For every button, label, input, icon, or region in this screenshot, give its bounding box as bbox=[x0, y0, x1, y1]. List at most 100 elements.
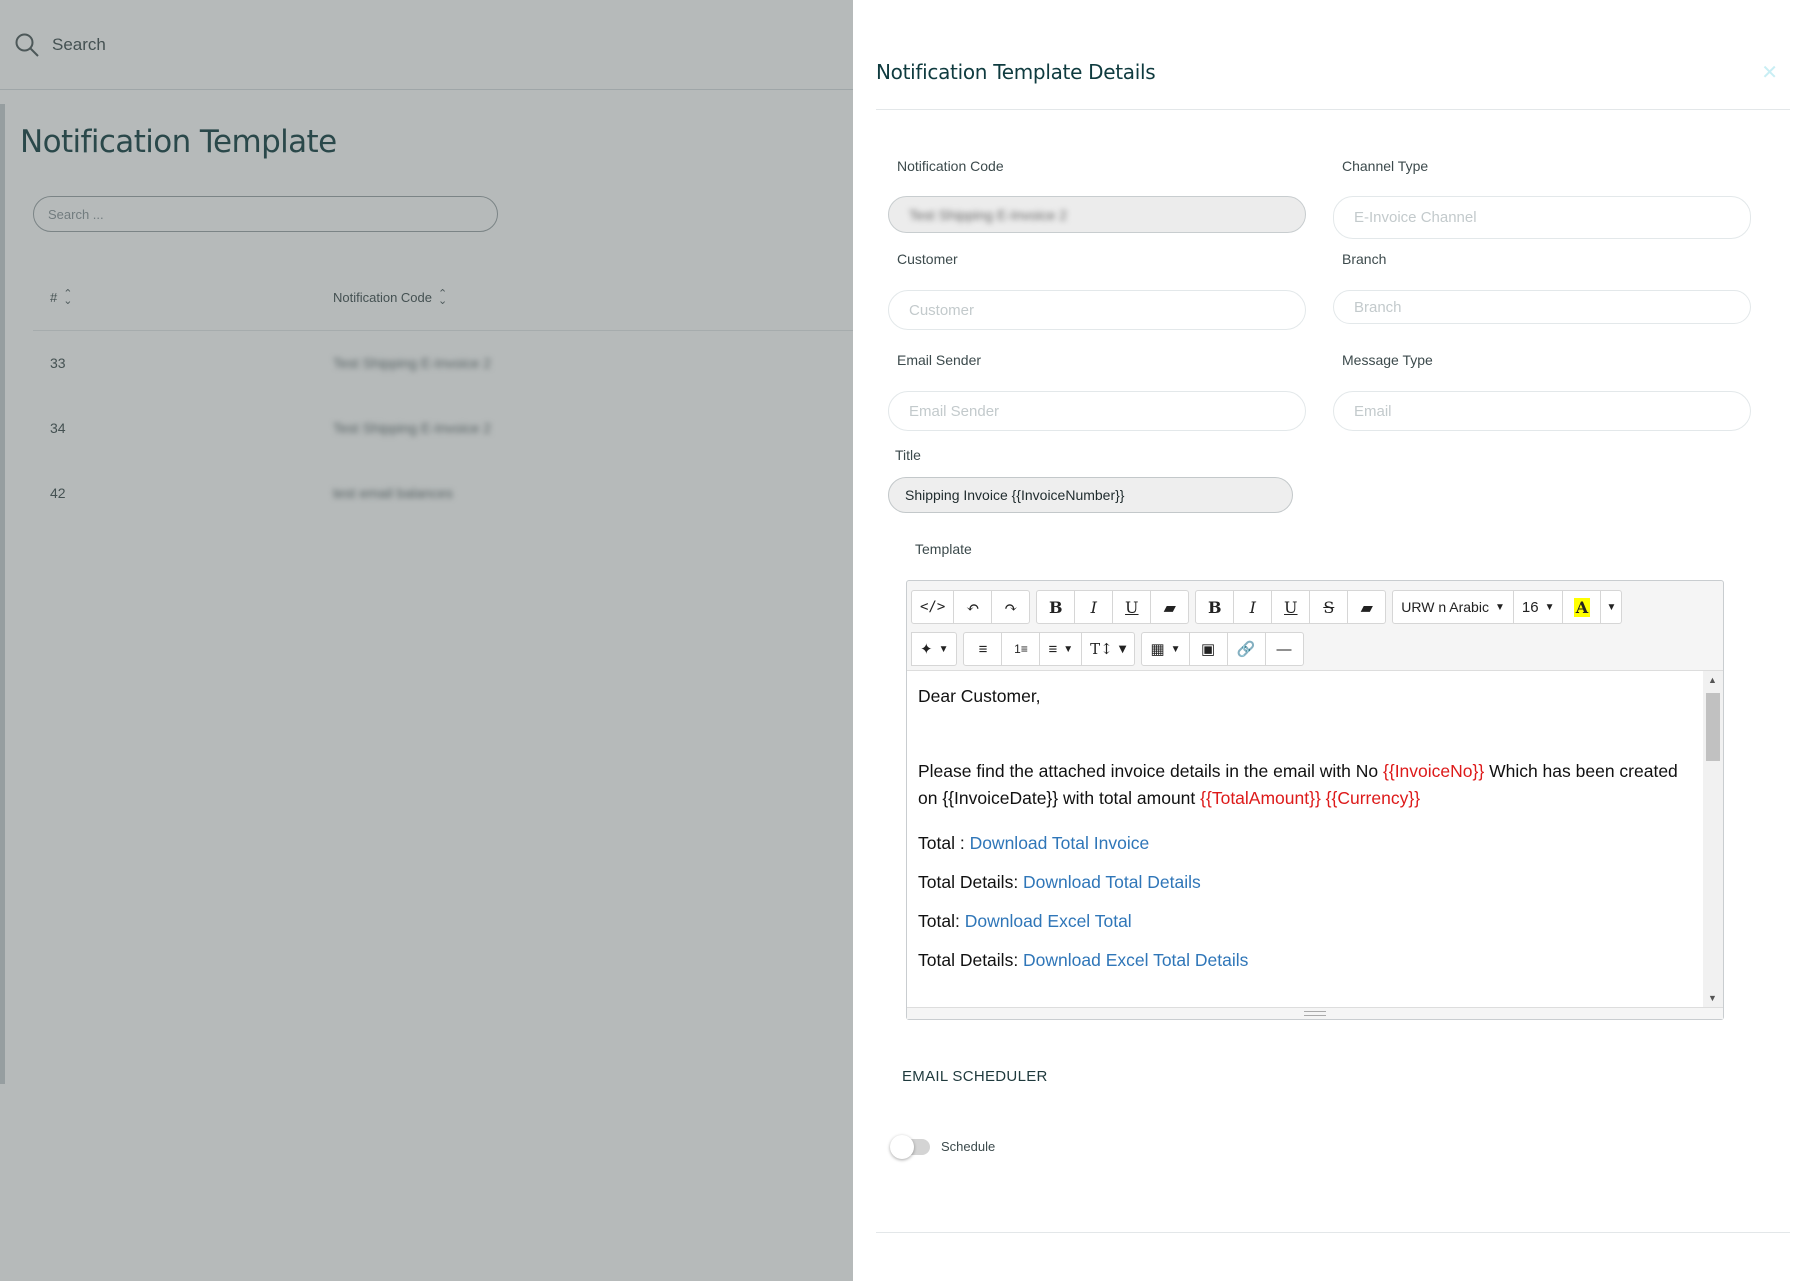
code-icon: </> bbox=[920, 599, 946, 615]
email-scheduler-heading: EMAIL SCHEDULER bbox=[902, 1068, 1048, 1085]
link-icon: 🔗 bbox=[1236, 641, 1256, 658]
schedule-toggle-label: Schedule bbox=[941, 1139, 996, 1154]
italic-button[interactable]: I bbox=[1074, 590, 1114, 624]
magic-wand-icon: ✦ bbox=[920, 641, 933, 658]
editor-content[interactable]: Dear Customer, Please find the attached … bbox=[907, 671, 1703, 1007]
download-excel-total-link[interactable]: Download Excel Total bbox=[965, 911, 1132, 931]
download-line: Total: Download Excel Total bbox=[918, 911, 1132, 931]
caret-down-icon: ▼ bbox=[1118, 643, 1127, 655]
message-type-input[interactable]: Email bbox=[1333, 391, 1751, 431]
insert-image-button[interactable]: ▣ bbox=[1188, 632, 1228, 666]
download-line: Total : Download Total Invoice bbox=[918, 833, 1150, 853]
strikethrough-button[interactable]: S bbox=[1309, 590, 1349, 624]
scroll-up-icon[interactable]: ▲ bbox=[1708, 675, 1717, 685]
grip-icon bbox=[1304, 1011, 1326, 1016]
drawer-title: Notification Template Details bbox=[876, 60, 1156, 84]
caret-down-icon: ▼ bbox=[1170, 643, 1181, 655]
horizontal-rule-button[interactable]: — bbox=[1264, 632, 1304, 666]
bold-icon: B bbox=[1208, 597, 1222, 617]
close-icon[interactable]: ✕ bbox=[1761, 60, 1778, 85]
clear-format-button[interactable]: ▰ bbox=[1150, 590, 1190, 624]
eraser-icon: ▰ bbox=[1360, 597, 1373, 617]
message-type-label: Message Type bbox=[1342, 352, 1433, 368]
scroll-down-icon[interactable]: ▼ bbox=[1708, 993, 1717, 1003]
italic-button-2[interactable]: I bbox=[1233, 590, 1273, 624]
bullet-list-icon: ≡ bbox=[978, 640, 988, 658]
redo-button[interactable]: ↷ bbox=[991, 590, 1031, 624]
email-sender-input[interactable]: Email Sender bbox=[888, 391, 1306, 431]
line-height-dropdown[interactable]: T↕ ▼ bbox=[1081, 632, 1136, 666]
editor-resize-handle[interactable] bbox=[907, 1007, 1723, 1019]
scrollbar-thumb[interactable] bbox=[1706, 693, 1720, 761]
download-excel-total-details-link[interactable]: Download Excel Total Details bbox=[1023, 950, 1248, 970]
template-label: Template bbox=[915, 541, 972, 557]
download-line: Total Details: Download Excel Total Deta… bbox=[918, 950, 1249, 970]
image-icon: ▣ bbox=[1200, 641, 1216, 658]
underline-icon: U bbox=[1284, 597, 1298, 617]
underline-button[interactable]: U bbox=[1112, 590, 1152, 624]
branch-input[interactable]: Branch bbox=[1333, 290, 1751, 324]
undo-icon: ↶ bbox=[966, 597, 980, 617]
text-color-dropdown[interactable]: ▼ bbox=[1600, 590, 1623, 624]
branch-label: Branch bbox=[1342, 251, 1387, 267]
download-total-details-link[interactable]: Download Total Details bbox=[1023, 872, 1201, 892]
code-view-button[interactable]: </> bbox=[911, 590, 955, 624]
notification-code-input: Test Shipping E-Invoice 2 bbox=[888, 196, 1306, 233]
notification-code-label: Notification Code bbox=[897, 158, 1004, 174]
toggle-knob bbox=[890, 1135, 914, 1159]
download-total-invoice-link[interactable]: Download Total Invoice bbox=[970, 833, 1150, 853]
editor-toolbar: </> ↶ ↷ B I U ▰ B I U S ▰ URW n Arabic▼ bbox=[907, 581, 1723, 671]
italic-icon: I bbox=[1090, 597, 1097, 617]
schedule-toggle[interactable] bbox=[890, 1135, 940, 1159]
channel-type-input[interactable]: E-Invoice Channel bbox=[1333, 196, 1751, 239]
clear-format-button-2[interactable]: ▰ bbox=[1347, 590, 1387, 624]
caret-down-icon: ▼ bbox=[1606, 601, 1617, 613]
bold-icon: B bbox=[1049, 597, 1063, 617]
strikethrough-icon: S bbox=[1323, 597, 1335, 617]
template-editor: </> ↶ ↷ B I U ▰ B I U S ▰ URW n Arabic▼ bbox=[906, 580, 1724, 1020]
underline-icon: U bbox=[1125, 597, 1139, 617]
drawer-header: Notification Template Details ✕ bbox=[876, 0, 1790, 110]
ordered-list-button[interactable]: 1≡ bbox=[1001, 632, 1041, 666]
title-label: Title bbox=[895, 447, 921, 463]
table-dropdown[interactable]: ▦ ▼ bbox=[1141, 632, 1190, 666]
title-input[interactable]: Shipping Invoice {{InvoiceNumber}} bbox=[888, 477, 1293, 513]
table-icon: ▦ bbox=[1150, 641, 1165, 658]
email-sender-label: Email Sender bbox=[897, 352, 982, 368]
editor-scrollbar[interactable]: ▲ ▼ bbox=[1703, 671, 1723, 1007]
horizontal-rule-icon: — bbox=[1276, 640, 1292, 658]
caret-down-icon: ▼ bbox=[1494, 601, 1505, 613]
total-amount-placeholder: {{TotalAmount}} bbox=[1200, 788, 1321, 808]
greeting-line: Dear Customer, bbox=[918, 686, 1041, 706]
customer-label: Customer bbox=[897, 251, 958, 267]
currency-placeholder: {{Currency}} bbox=[1325, 788, 1421, 808]
eraser-icon: ▰ bbox=[1163, 597, 1176, 617]
caret-down-icon: ▼ bbox=[1063, 643, 1074, 655]
font-size-dropdown[interactable]: 16 ▼ bbox=[1512, 590, 1564, 624]
body-paragraph: Please find the attached invoice details… bbox=[918, 761, 1678, 808]
paragraph-align-dropdown[interactable]: ≡ ▼ bbox=[1039, 632, 1083, 666]
numbered-list-icon: 1≡ bbox=[1014, 642, 1028, 656]
highlight-color-icon: A bbox=[1573, 597, 1591, 617]
modal-backdrop[interactable] bbox=[0, 0, 853, 1281]
channel-type-label: Channel Type bbox=[1342, 158, 1429, 174]
text-color-button[interactable]: A bbox=[1562, 590, 1602, 624]
redo-icon: ↷ bbox=[1004, 597, 1018, 617]
style-dropdown[interactable]: ✦ ▼ bbox=[911, 632, 958, 666]
undo-button[interactable]: ↶ bbox=[953, 590, 993, 624]
drawer-footer-divider bbox=[876, 1232, 1790, 1233]
align-left-icon: ≡ bbox=[1048, 640, 1058, 658]
caret-down-icon: ▼ bbox=[1544, 601, 1555, 613]
underline-button-2[interactable]: U bbox=[1271, 590, 1311, 624]
insert-link-button[interactable]: 🔗 bbox=[1226, 632, 1266, 666]
download-line: Total Details: Download Total Details bbox=[918, 872, 1201, 892]
text-height-icon: T↕ bbox=[1090, 640, 1113, 658]
bold-button[interactable]: B bbox=[1036, 590, 1076, 624]
font-family-dropdown[interactable]: URW n Arabic ▼ bbox=[1392, 590, 1514, 624]
bold-button-2[interactable]: B bbox=[1195, 590, 1235, 624]
caret-down-icon: ▼ bbox=[938, 643, 949, 655]
unordered-list-button[interactable]: ≡ bbox=[963, 632, 1003, 666]
invoice-no-placeholder: {{InvoiceNo}} bbox=[1383, 761, 1485, 781]
customer-input[interactable]: Customer bbox=[888, 290, 1306, 330]
italic-icon: I bbox=[1249, 597, 1256, 617]
